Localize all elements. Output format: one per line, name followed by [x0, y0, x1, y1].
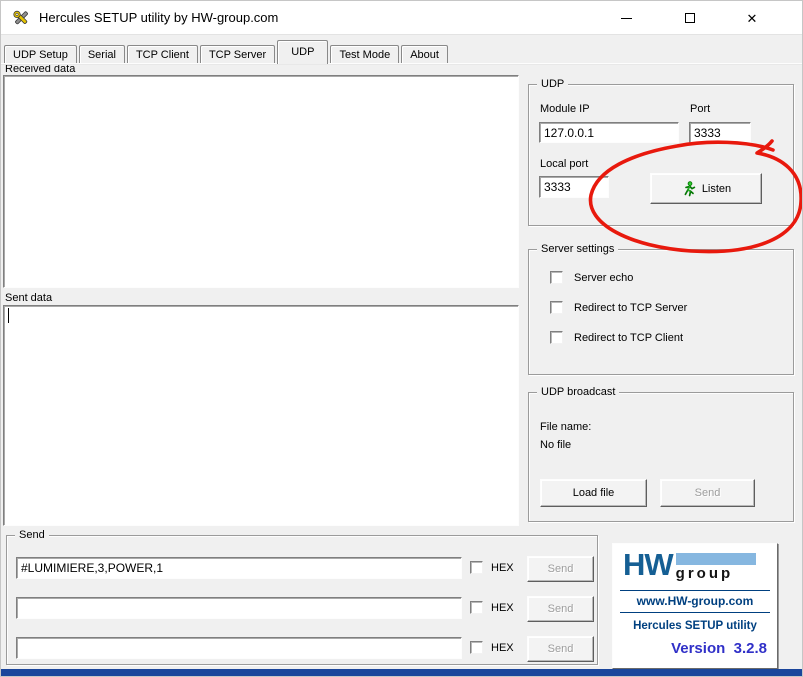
maximize-button[interactable] [673, 7, 707, 29]
tab-page-edge [1, 63, 802, 64]
tab-about[interactable]: About [401, 45, 448, 64]
file-name-value: No file [540, 439, 571, 451]
server-echo-label: Server echo [574, 272, 633, 284]
port-label: Port [690, 103, 710, 115]
hex-label-3: HEX [491, 642, 514, 654]
hex-checkbox-1[interactable] [470, 561, 483, 574]
tab-udp[interactable]: UDP [277, 40, 328, 64]
load-file-label: Load file [573, 487, 615, 499]
logo-divider-bottom [620, 612, 770, 613]
send-button-3-label: Send [548, 643, 574, 655]
logo-hw-text: HW [623, 550, 673, 579]
logo-right-block: group [676, 553, 756, 582]
hw-group-logo-panel: HW group www.HW-group.com Hercules SETUP… [612, 543, 778, 669]
received-data-area[interactable] [3, 75, 519, 288]
hex-checkbox-2[interactable] [470, 601, 483, 614]
send-button-2-label: Send [548, 603, 574, 615]
sent-data-label: Sent data [5, 292, 52, 304]
local-port-input[interactable] [539, 176, 609, 198]
hex-label-2: HEX [491, 602, 514, 614]
local-port-label: Local port [540, 158, 588, 170]
send-input-2[interactable] [16, 597, 462, 619]
broadcast-send-label: Send [695, 487, 721, 499]
logo-version: Version 3.2.8 [613, 640, 767, 657]
hex-checkbox-3[interactable] [470, 641, 483, 654]
logo-version-label: Version [671, 640, 725, 657]
window-title: Hercules SETUP utility by HW-group.com [39, 10, 278, 25]
tab-udp-setup[interactable]: UDP Setup [4, 45, 77, 64]
listen-button[interactable]: Listen [650, 173, 762, 204]
module-ip-label: Module IP [540, 103, 590, 115]
logo-group-text: group [676, 565, 756, 582]
load-file-button[interactable]: Load file [540, 479, 647, 507]
file-name-label: File name: [540, 421, 591, 433]
minimize-button[interactable] [609, 7, 643, 29]
send-group: Send HEX Send HEX Send HEX Send [6, 535, 598, 665]
titlebar: Hercules SETUP utility by HW-group.com ✕ [1, 1, 802, 34]
app-body: UDP Setup Serial TCP Client TCP Server U… [1, 34, 802, 671]
send-input-3[interactable] [16, 637, 462, 659]
close-button[interactable]: ✕ [735, 7, 769, 29]
broadcast-send-button[interactable]: Send [660, 479, 755, 507]
redirect-tcp-client-checkbox[interactable] [550, 331, 563, 344]
send-input-1[interactable] [16, 557, 462, 579]
udp-broadcast-title: UDP broadcast [537, 386, 619, 398]
port-input[interactable] [689, 122, 751, 143]
server-settings-group: Server settings Server echo Redirect to … [528, 249, 794, 375]
module-ip-input[interactable] [539, 122, 679, 143]
send-button-1-label: Send [548, 563, 574, 575]
close-icon: ✕ [747, 12, 758, 25]
hercules-setup-window: Hercules SETUP utility by HW-group.com ✕… [0, 0, 803, 677]
sent-data-area[interactable] [3, 305, 519, 526]
tab-tcp-client[interactable]: TCP Client [127, 45, 198, 64]
received-data-label: Received data [5, 63, 75, 75]
tab-serial[interactable]: Serial [79, 45, 125, 64]
logo-app-name: Hercules SETUP utility [613, 620, 777, 632]
logo-website-link[interactable]: www.HW-group.com [613, 594, 777, 608]
send-button-2[interactable]: Send [527, 596, 594, 622]
send-group-title: Send [15, 529, 49, 541]
udp-group-title: UDP [537, 78, 568, 90]
app-icon [11, 8, 31, 28]
udp-broadcast-group: UDP broadcast File name: No file Load fi… [528, 392, 794, 522]
server-settings-title: Server settings [537, 243, 618, 255]
redirect-tcp-server-checkbox[interactable] [550, 301, 563, 314]
logo-lightblue-bar [676, 553, 756, 565]
logo-divider-top [620, 590, 770, 591]
logo-version-number: 3.2.8 [734, 640, 767, 657]
hw-group-logo: HW group [623, 550, 756, 582]
text-caret [8, 308, 9, 323]
tab-tcp-server[interactable]: TCP Server [200, 45, 275, 64]
taskbar-edge [1, 669, 803, 676]
listen-button-label: Listen [702, 183, 731, 195]
maximize-icon [685, 13, 695, 23]
tab-bar: UDP Setup Serial TCP Client TCP Server U… [4, 40, 450, 64]
redirect-tcp-server-label: Redirect to TCP Server [574, 302, 687, 314]
udp-group: UDP Module IP Port Local port Listen [528, 84, 794, 226]
send-button-3[interactable]: Send [527, 636, 594, 662]
send-button-1[interactable]: Send [527, 556, 594, 582]
running-man-icon [681, 181, 696, 197]
minimize-icon [621, 18, 632, 19]
tab-test-mode[interactable]: Test Mode [330, 45, 399, 64]
hex-label-1: HEX [491, 562, 514, 574]
server-echo-checkbox[interactable] [550, 271, 563, 284]
redirect-tcp-client-label: Redirect to TCP Client [574, 332, 683, 344]
